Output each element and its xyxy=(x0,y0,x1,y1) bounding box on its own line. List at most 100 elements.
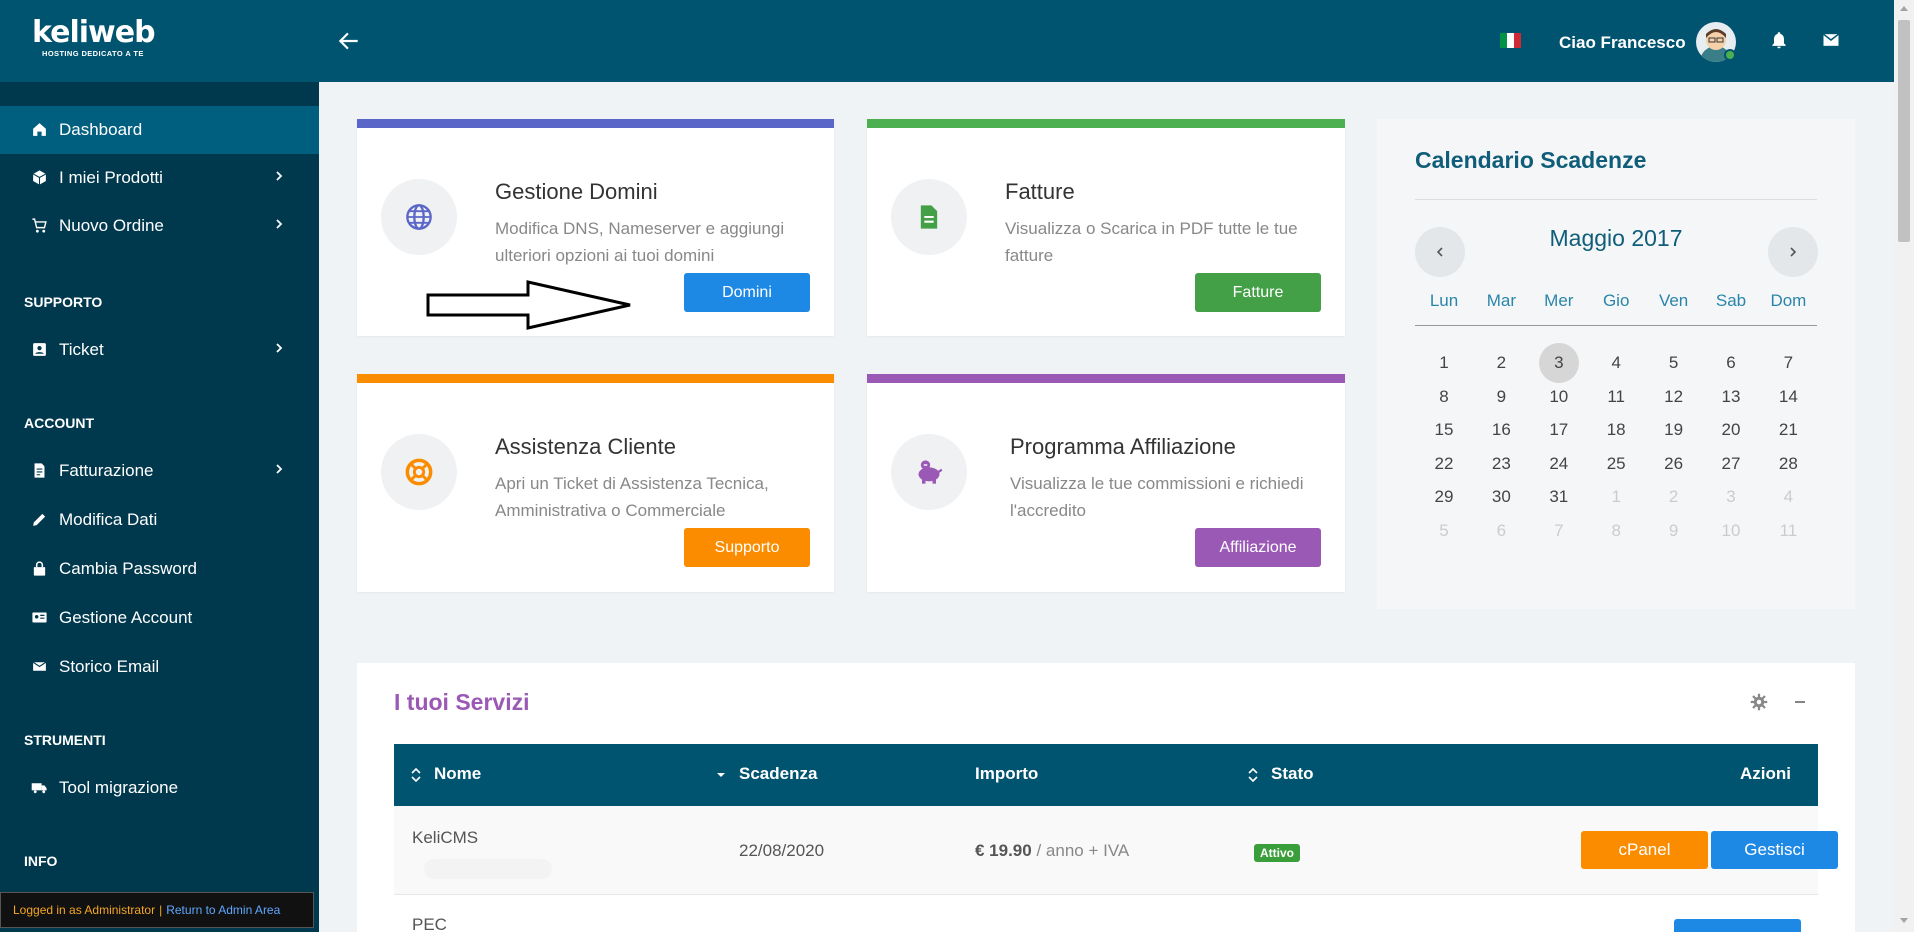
chevron-right-icon xyxy=(1790,247,1797,257)
card-icon-wrap xyxy=(891,179,967,255)
card-programma-affiliazione: Programma Affiliazione Visualizza le tue… xyxy=(867,374,1345,592)
id-card-icon xyxy=(32,612,47,623)
calendar-day[interactable]: 7 xyxy=(1539,511,1579,551)
column-header-nome[interactable]: Nome xyxy=(434,764,481,784)
card-title: Fatture xyxy=(1005,179,1075,204)
calendar-day[interactable]: 11 xyxy=(1768,511,1808,551)
sidebar-item-label: Storico Email xyxy=(59,657,160,676)
online-status-indicator xyxy=(1724,49,1736,61)
calendar-next-button[interactable] xyxy=(1768,227,1818,277)
italy-flag[interactable] xyxy=(1500,33,1521,48)
keliweb-logo[interactable]: keliweb HOSTING DEDICATO A TE xyxy=(32,18,156,59)
scroll-down-arrow[interactable] xyxy=(1900,918,1908,923)
scroll-up-arrow[interactable] xyxy=(1900,6,1908,11)
calendar-day[interactable]: 6 xyxy=(1481,511,1521,551)
calendar-day[interactable]: 5 xyxy=(1424,511,1464,551)
card-description: Modifica DNS, Nameserver e aggiungi ulte… xyxy=(495,219,785,265)
sidebar-item-tool-migrazione[interactable]: Tool migrazione xyxy=(0,764,319,812)
supporto-button[interactable]: Supporto xyxy=(684,528,810,567)
annotation-arrow xyxy=(426,280,631,330)
domini-button[interactable]: Domini xyxy=(684,273,810,312)
section-title-strumenti: STRUMENTI xyxy=(24,732,106,748)
logo-tagline: HOSTING DEDICATO A TE xyxy=(42,49,144,58)
divider xyxy=(1415,199,1817,200)
bell-icon[interactable] xyxy=(1769,30,1789,50)
admin-status-text: Logged in as Administrator xyxy=(13,903,156,917)
sidebar-item-dashboard[interactable]: Dashboard xyxy=(0,106,319,154)
calendar-day[interactable]: 10 xyxy=(1711,511,1751,551)
lifebuoy-icon xyxy=(405,458,433,486)
section-title-info: INFO xyxy=(24,853,58,869)
card-accent xyxy=(357,119,834,128)
weekday-label: Mar xyxy=(1486,291,1517,310)
cart-icon xyxy=(32,218,47,233)
scroll-thumb[interactable] xyxy=(1898,20,1910,242)
piggy-bank-icon xyxy=(918,460,943,484)
sidebar-item-storico-email[interactable]: Storico Email xyxy=(0,643,319,691)
affiliazione-button[interactable]: Affiliazione xyxy=(1195,528,1321,567)
section-title-supporto: SUPPORTO xyxy=(24,294,103,310)
sidebar-item-gestione-account[interactable]: Gestione Account xyxy=(0,594,319,642)
admin-separator: | xyxy=(159,903,163,917)
sidebar-item-label: I miei Prodotti xyxy=(59,168,163,187)
admin-bar: Logged in as Administrator | Return to Adm… xyxy=(0,892,314,928)
pencil-icon xyxy=(33,513,46,526)
home-icon xyxy=(33,123,46,136)
arrow-left-icon[interactable] xyxy=(336,28,362,54)
sidebar-item-fatturazione[interactable]: Fatturazione xyxy=(0,447,319,495)
user-greeting[interactable]: Ciao Francesco xyxy=(1559,33,1686,53)
card-fatture: Fatture Visualizza o Scarica in PDF tutt… xyxy=(867,119,1345,336)
calendar-panel: Calendario Scadenze Maggio 2017 Lun Mar Me… xyxy=(1377,119,1855,609)
sidebar: Dashboard I miei Prodotti Nuovo Ordine S… xyxy=(0,82,319,932)
cpanel-button[interactable]: cPanel xyxy=(1581,831,1708,869)
services-title: I tuoi Servizi xyxy=(394,689,530,715)
card-title: Assistenza Cliente xyxy=(495,434,676,459)
sidebar-item-label: Ticket xyxy=(59,340,104,359)
sidebar-item-label: Gestione Account xyxy=(59,608,193,627)
minus-icon[interactable] xyxy=(1791,693,1809,711)
card-description: Visualizza o Scarica in PDF tutte le tue… xyxy=(1005,219,1298,265)
service-name: PEC xyxy=(412,915,447,932)
sort-icon[interactable] xyxy=(410,768,422,782)
card-accent xyxy=(867,374,1345,383)
service-expiry: 22/08/2020 xyxy=(739,841,825,860)
section-title-account: ACCOUNT xyxy=(24,415,94,431)
column-header-stato[interactable]: Stato xyxy=(1271,764,1314,784)
sidebar-item-cambia-password[interactable]: Cambia Password xyxy=(0,545,319,593)
lock-icon xyxy=(33,561,46,576)
sidebar-item-ticket[interactable]: Ticket xyxy=(0,326,319,374)
card-description: Apri un Ticket di Assistenza Tecnica, Am… xyxy=(495,474,769,520)
ticket-icon xyxy=(33,343,46,356)
divider xyxy=(1415,325,1817,326)
sort-desc-icon[interactable] xyxy=(715,768,727,782)
chevron-right-icon xyxy=(276,171,283,181)
scrollbar[interactable] xyxy=(1894,0,1914,932)
gear-icon[interactable] xyxy=(1750,693,1768,711)
sidebar-item-nuovo-ordine[interactable]: Nuovo Ordine xyxy=(0,202,319,250)
sort-icon[interactable] xyxy=(1247,768,1259,782)
gestisci-button[interactable]: Gestisci xyxy=(1711,831,1838,869)
column-header-importo: Importo xyxy=(975,764,1039,783)
column-header-scadenza[interactable]: Scadenza xyxy=(739,764,817,784)
sidebar-item-modifica-dati[interactable]: Modifica Dati xyxy=(0,496,319,544)
service-name: KeliCMS xyxy=(412,828,479,847)
sidebar-item-label: Cambia Password xyxy=(59,559,197,578)
status-badge: Attivo xyxy=(1254,844,1300,862)
price-amount: € 19.90 xyxy=(975,841,1032,860)
top-header: keliweb HOSTING DEDICATO A TE Ciao Franc… xyxy=(0,0,1894,82)
fatture-button[interactable]: Fatture xyxy=(1195,273,1321,312)
service-price: € 19.90 / anno + IVA xyxy=(975,841,1129,861)
sidebar-item-prodotti[interactable]: I miei Prodotti xyxy=(0,154,319,202)
gestisci-button-partial[interactable] xyxy=(1674,919,1801,932)
sidebar-item-label: Tool migrazione xyxy=(59,778,179,797)
sidebar-item-label: Modifica Dati xyxy=(59,510,158,529)
calendar-day[interactable]: 8 xyxy=(1596,511,1636,551)
card-icon-wrap xyxy=(381,179,457,255)
mail-icon xyxy=(32,661,47,671)
weekday-label: Mer xyxy=(1544,291,1574,310)
return-admin-link[interactable]: Return to Admin Area xyxy=(166,903,280,917)
chevron-right-icon xyxy=(276,464,283,474)
globe-icon xyxy=(406,204,432,230)
calendar-day[interactable]: 9 xyxy=(1654,511,1694,551)
envelope-icon[interactable] xyxy=(1821,30,1841,50)
